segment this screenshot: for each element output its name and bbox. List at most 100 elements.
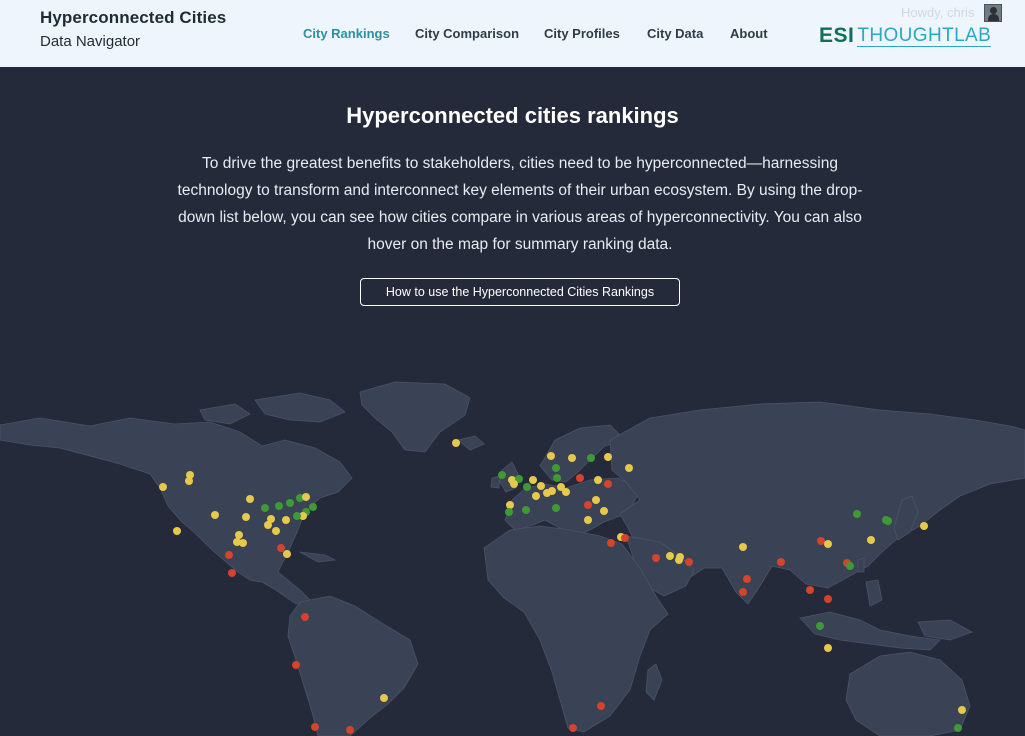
city-marker[interactable] bbox=[954, 724, 962, 732]
how-to-use-button[interactable]: How to use the Hyperconnected Cities Ran… bbox=[360, 278, 680, 306]
city-marker[interactable] bbox=[173, 527, 181, 535]
city-marker[interactable] bbox=[272, 527, 280, 535]
city-marker[interactable] bbox=[292, 661, 300, 669]
city-marker[interactable] bbox=[958, 706, 966, 714]
city-marker[interactable] bbox=[228, 569, 236, 577]
esi-thoughtlab-logo[interactable]: ESI THOUGHTLAB bbox=[819, 24, 992, 47]
city-marker[interactable] bbox=[246, 495, 254, 503]
city-marker[interactable] bbox=[817, 537, 825, 545]
city-marker[interactable] bbox=[529, 476, 537, 484]
city-marker[interactable] bbox=[552, 464, 560, 472]
city-marker[interactable] bbox=[920, 522, 928, 530]
city-marker[interactable] bbox=[275, 502, 283, 510]
city-marker[interactable] bbox=[675, 556, 683, 564]
city-marker[interactable] bbox=[600, 507, 608, 515]
city-marker[interactable] bbox=[846, 562, 854, 570]
city-marker[interactable] bbox=[685, 558, 693, 566]
brand-title[interactable]: Hyperconnected Cities bbox=[40, 8, 226, 28]
city-marker[interactable] bbox=[380, 694, 388, 702]
city-marker[interactable] bbox=[584, 516, 592, 524]
city-marker[interactable] bbox=[235, 531, 243, 539]
city-marker[interactable] bbox=[505, 508, 513, 516]
city-marker[interactable] bbox=[242, 513, 250, 521]
city-marker[interactable] bbox=[576, 474, 584, 482]
city-marker[interactable] bbox=[498, 471, 506, 479]
city-marker[interactable] bbox=[587, 454, 595, 462]
city-marker[interactable] bbox=[552, 504, 560, 512]
city-marker[interactable] bbox=[211, 511, 219, 519]
city-marker[interactable] bbox=[743, 575, 751, 583]
brand-subtitle: Data Navigator bbox=[40, 33, 141, 50]
page-title: Hyperconnected cities rankings bbox=[346, 103, 679, 128]
city-marker[interactable] bbox=[293, 512, 301, 520]
city-marker[interactable] bbox=[553, 474, 561, 482]
city-marker[interactable] bbox=[506, 501, 514, 509]
nav-city-comparison[interactable]: City Comparison bbox=[415, 26, 519, 41]
city-marker[interactable] bbox=[311, 723, 319, 731]
logo-thoughtlab: THOUGHTLAB bbox=[857, 24, 992, 47]
city-marker[interactable] bbox=[652, 554, 660, 562]
north-america bbox=[0, 417, 353, 605]
nav-about[interactable]: About bbox=[730, 26, 768, 41]
city-marker[interactable] bbox=[309, 503, 317, 511]
city-marker[interactable] bbox=[568, 454, 576, 462]
city-marker[interactable] bbox=[548, 487, 556, 495]
nav-city-data[interactable]: City Data bbox=[647, 26, 703, 41]
city-marker[interactable] bbox=[346, 726, 354, 734]
city-marker[interactable] bbox=[853, 510, 861, 518]
city-marker[interactable] bbox=[547, 452, 555, 460]
land-masses bbox=[0, 381, 1025, 736]
city-marker[interactable] bbox=[867, 536, 875, 544]
city-marker[interactable] bbox=[625, 464, 633, 472]
city-marker[interactable] bbox=[569, 724, 577, 732]
city-marker[interactable] bbox=[621, 534, 629, 542]
city-marker[interactable] bbox=[562, 488, 570, 496]
city-marker[interactable] bbox=[277, 544, 285, 552]
city-marker[interactable] bbox=[286, 499, 294, 507]
city-marker[interactable] bbox=[301, 613, 309, 621]
city-marker[interactable] bbox=[510, 480, 518, 488]
nav-city-rankings[interactable]: City Rankings bbox=[303, 26, 390, 41]
city-marker[interactable] bbox=[264, 521, 272, 529]
city-marker[interactable] bbox=[159, 483, 167, 491]
australia bbox=[845, 651, 971, 736]
user-greeting[interactable]: Howdy, chris bbox=[901, 5, 974, 20]
city-marker[interactable] bbox=[739, 543, 747, 551]
top-header: Hyperconnected Cities Data Navigator Cit… bbox=[0, 0, 1025, 67]
city-marker[interactable] bbox=[806, 586, 814, 594]
city-marker[interactable] bbox=[261, 504, 269, 512]
city-marker[interactable] bbox=[282, 516, 290, 524]
city-marker[interactable] bbox=[239, 539, 247, 547]
city-marker[interactable] bbox=[523, 483, 531, 491]
city-marker[interactable] bbox=[739, 588, 747, 596]
indonesia bbox=[799, 611, 941, 651]
city-marker[interactable] bbox=[302, 493, 310, 501]
city-marker[interactable] bbox=[666, 552, 674, 560]
city-marker[interactable] bbox=[777, 558, 785, 566]
logo-esi: ESI bbox=[819, 24, 855, 47]
city-marker[interactable] bbox=[816, 622, 824, 630]
city-marker[interactable] bbox=[604, 480, 612, 488]
city-marker[interactable] bbox=[884, 517, 892, 525]
city-marker[interactable] bbox=[824, 644, 832, 652]
city-marker[interactable] bbox=[824, 540, 832, 548]
city-marker[interactable] bbox=[537, 482, 545, 490]
nav-city-profiles[interactable]: City Profiles bbox=[544, 26, 620, 41]
city-marker[interactable] bbox=[185, 477, 193, 485]
world-map[interactable] bbox=[0, 375, 1025, 736]
city-marker[interactable] bbox=[452, 439, 460, 447]
city-marker[interactable] bbox=[604, 453, 612, 461]
city-marker[interactable] bbox=[594, 476, 602, 484]
city-marker[interactable] bbox=[532, 492, 540, 500]
city-marker[interactable] bbox=[597, 702, 605, 710]
city-marker[interactable] bbox=[584, 501, 592, 509]
city-marker[interactable] bbox=[607, 539, 615, 547]
city-marker[interactable] bbox=[283, 550, 291, 558]
city-marker[interactable] bbox=[824, 595, 832, 603]
user-avatar-icon[interactable] bbox=[984, 4, 1002, 22]
arctic-islands bbox=[254, 392, 346, 423]
city-marker[interactable] bbox=[225, 551, 233, 559]
city-marker[interactable] bbox=[522, 506, 530, 514]
city-marker[interactable] bbox=[592, 496, 600, 504]
intro-paragraph: To drive the greatest benefits to stakeh… bbox=[177, 155, 863, 253]
